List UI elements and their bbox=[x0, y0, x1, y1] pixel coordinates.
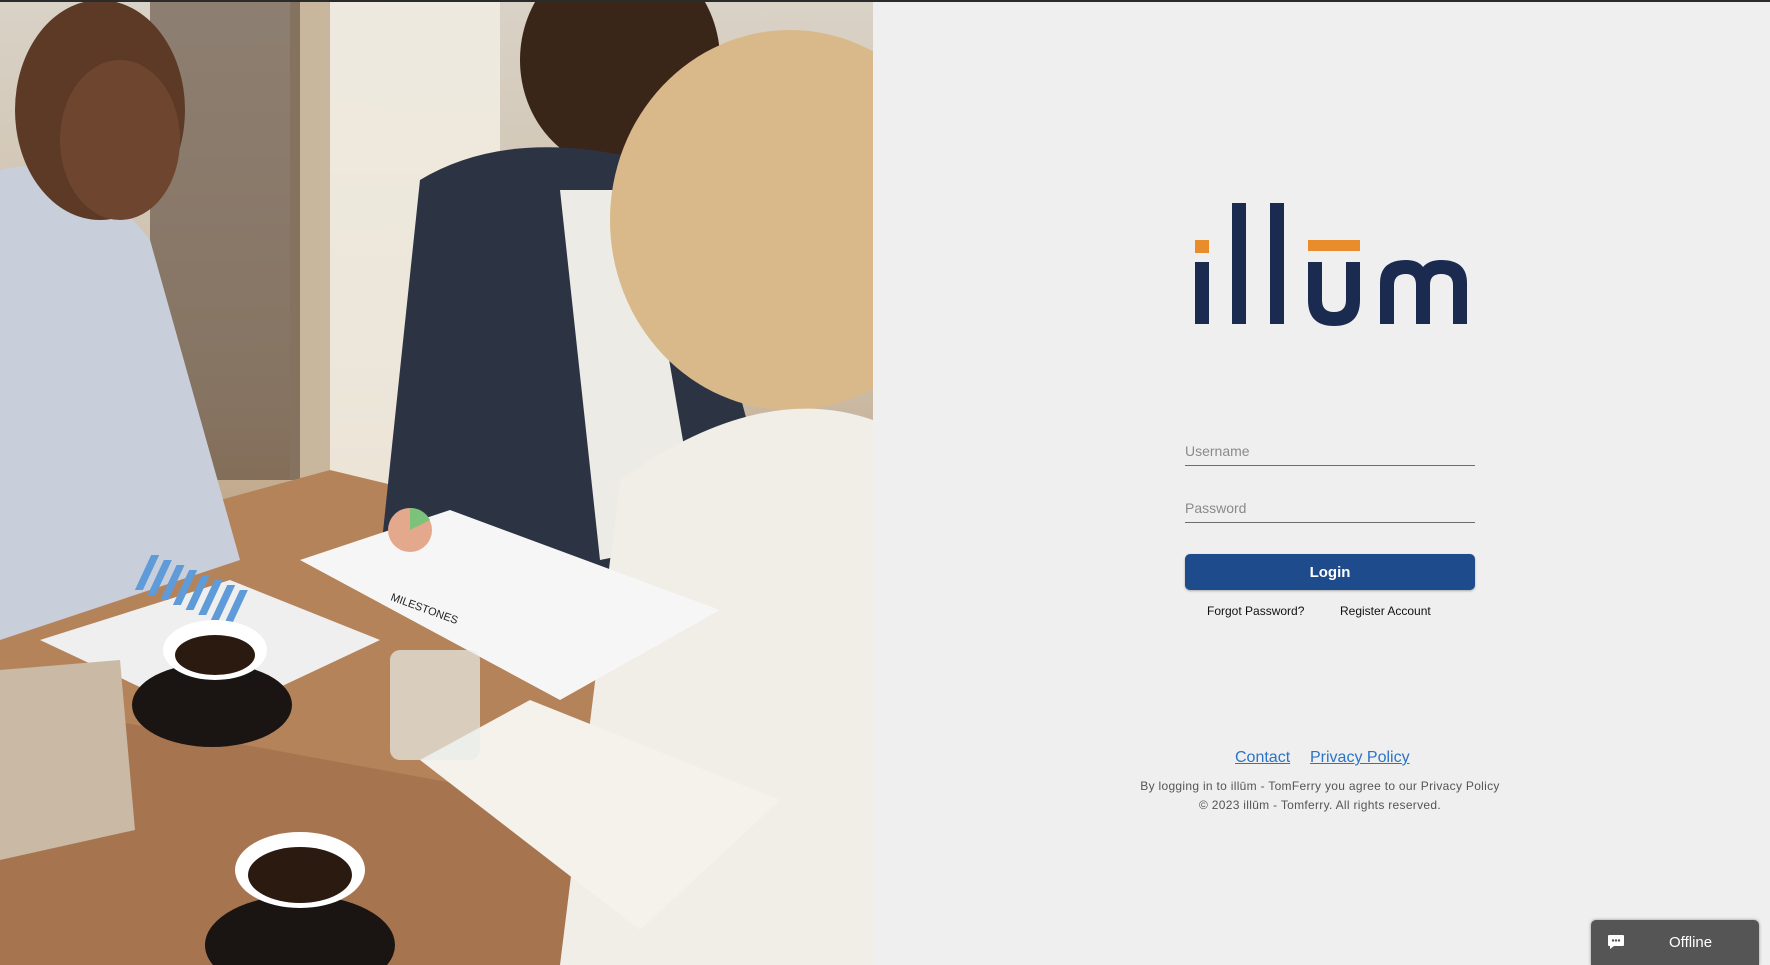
login-agreement-text: By logging in to illūm - TomFerry you ag… bbox=[1140, 779, 1500, 793]
top-border bbox=[0, 0, 1770, 2]
password-input[interactable] bbox=[1185, 500, 1475, 523]
illum-logo bbox=[1195, 203, 1467, 326]
chat-status: Offline bbox=[1669, 934, 1713, 951]
chat-bubble-icon bbox=[1608, 935, 1624, 949]
privacy-policy-link[interactable]: Privacy Policy bbox=[1310, 749, 1410, 767]
login-panel bbox=[873, 0, 1770, 965]
forgot-password-link[interactable]: Forgot Password? bbox=[1207, 604, 1304, 618]
register-account-link[interactable]: Register Account bbox=[1340, 604, 1431, 618]
copyright-text: © 2023 illūm - Tomferry. All rights rese… bbox=[1199, 798, 1441, 812]
hero-image: MILESTONES bbox=[0, 0, 873, 965]
contact-link[interactable]: Contact bbox=[1235, 749, 1290, 767]
chat-widget[interactable]: Offline bbox=[1591, 920, 1759, 965]
username-input[interactable] bbox=[1185, 443, 1475, 466]
hero-illustration: MILESTONES bbox=[0, 0, 873, 965]
login-button[interactable]: Login bbox=[1185, 554, 1475, 590]
